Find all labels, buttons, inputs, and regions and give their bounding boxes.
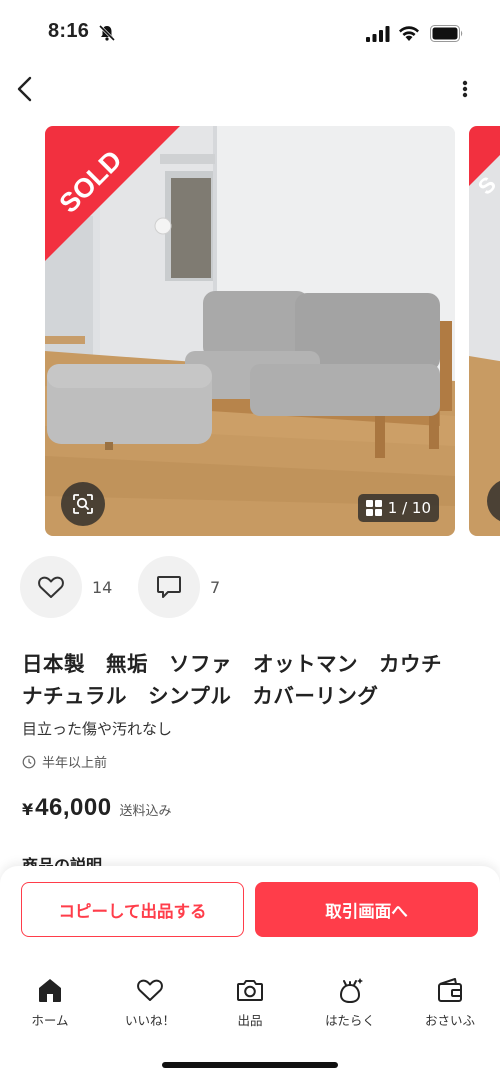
back-button[interactable]: [12, 72, 40, 106]
zoom-button[interactable]: [61, 482, 105, 526]
comment-count: 7: [210, 577, 221, 597]
tab-work-label: はたらく: [325, 1013, 375, 1028]
tab-home-label: ホーム: [31, 1013, 69, 1028]
posted-time: 半年以上前: [22, 752, 107, 771]
bell-off-icon: [98, 24, 116, 42]
item-condition: 目立った傷や汚れなし: [22, 720, 173, 738]
wifi-icon: [399, 26, 419, 41]
tab-likes[interactable]: いいね！: [100, 976, 200, 1036]
shipping-note: 送料込み: [119, 804, 172, 819]
price: ¥ 46,000 送料込み: [22, 794, 172, 822]
image-counter-label: 1 / 10: [387, 499, 431, 517]
item-title: 日本製 無垢 ソファ オットマン カウチ ナチュラル シンプル カバーリング: [22, 652, 463, 708]
camera-icon: [237, 980, 263, 1001]
bottom-panel: コピーして出品する 取引画面へ ホーム いいね！ 出品 はたらく おさいふ: [0, 866, 500, 1080]
tab-sell-label: 出品: [237, 1013, 263, 1028]
tab-sell[interactable]: 出品: [200, 976, 300, 1036]
more-options-button[interactable]: [452, 74, 478, 104]
tab-likes-label: いいね！: [124, 1013, 175, 1028]
scan-search-icon: [73, 494, 93, 514]
tab-work[interactable]: はたらく: [300, 976, 400, 1036]
tab-wallet-label: おさいふ: [424, 1013, 475, 1028]
like-count: 14: [92, 577, 113, 597]
top-nav: [0, 66, 500, 114]
item-actions: 14 7: [20, 556, 246, 618]
tab-bar: ホーム いいね！ 出品 はたらく おさいふ: [0, 976, 500, 1036]
home-icon: [39, 979, 61, 1002]
battery-icon: [430, 25, 463, 42]
posted-time-label: 半年以上前: [42, 756, 108, 771]
next-photo-image: S: [469, 126, 500, 536]
sold-ribbon: SOLD: [45, 126, 180, 261]
home-indicator: [162, 1062, 338, 1068]
image-carousel[interactable]: SOLD 1 / 10 S: [0, 126, 500, 538]
comment-button[interactable]: [138, 556, 200, 618]
work-icon: [339, 978, 363, 1004]
wallet-icon: [438, 978, 462, 1002]
product-photo[interactable]: SOLD 1 / 10: [45, 126, 455, 536]
copy-listing-button[interactable]: コピーして出品する: [21, 882, 244, 937]
next-product-photo[interactable]: S: [469, 126, 500, 536]
heart-icon: [38, 576, 64, 598]
tab-wallet[interactable]: おさいふ: [400, 976, 500, 1036]
heart-icon: [137, 979, 163, 1001]
price-value: 46,000: [35, 794, 112, 821]
signal-icon: [366, 26, 390, 42]
grid-icon: [365, 500, 382, 516]
clock-icon: [22, 755, 36, 768]
tab-home[interactable]: ホーム: [0, 976, 100, 1036]
trade-screen-button[interactable]: 取引画面へ: [255, 882, 478, 937]
image-counter: 1 / 10: [357, 494, 439, 522]
comment-icon: [157, 576, 181, 598]
like-button[interactable]: [20, 556, 82, 618]
status-time: 8:16: [48, 20, 90, 42]
price-currency: ¥: [22, 800, 34, 819]
status-bar: 8:16: [0, 0, 500, 66]
